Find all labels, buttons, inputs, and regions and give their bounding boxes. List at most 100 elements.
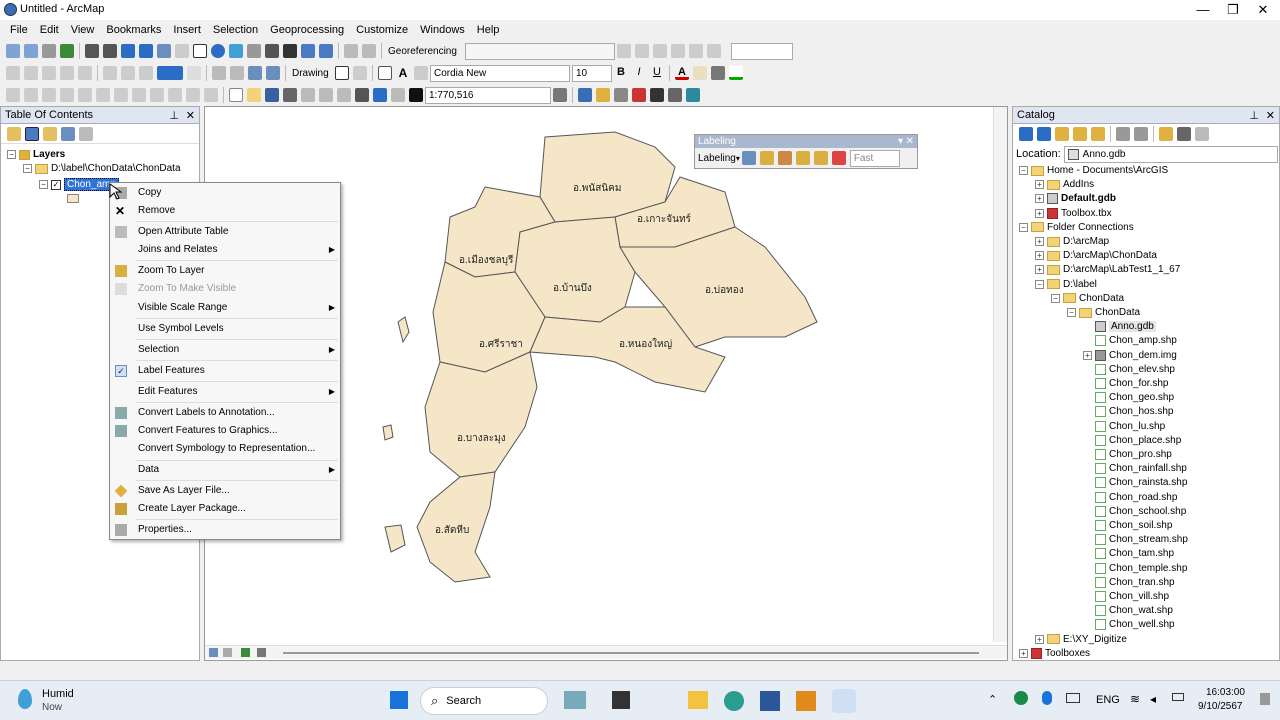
catalog-item[interactable]: Chon_tran.shp xyxy=(1083,576,1175,588)
pause-labeling-icon[interactable] xyxy=(813,151,828,165)
georef-layer-dropdown[interactable] xyxy=(465,42,615,60)
labeling-menu[interactable]: Labeling xyxy=(698,153,736,164)
collapse-icon[interactable]: − xyxy=(7,150,16,159)
fill-color-icon[interactable] xyxy=(693,66,707,80)
refresh-catalog-icon[interactable] xyxy=(1177,127,1191,141)
select-features-icon[interactable] xyxy=(157,44,171,58)
language-indicator[interactable]: ENG xyxy=(1096,694,1120,706)
drawing-menu[interactable]: Drawing xyxy=(289,65,333,82)
font-size-dropdown[interactable]: 10 xyxy=(572,64,612,82)
map-scale-dropdown[interactable]: 1:770,516 xyxy=(425,86,551,104)
sync-icon[interactable] xyxy=(1014,691,1028,705)
menu-view[interactable]: View xyxy=(65,20,101,40)
microphone-icon[interactable] xyxy=(1042,691,1052,705)
island-small[interactable] xyxy=(382,424,394,441)
catalog-item[interactable]: Chon_vill.shp xyxy=(1083,591,1169,602)
catalog-item[interactable]: Chon_tam.shp xyxy=(1083,548,1174,560)
menu-selection[interactable]: Selection xyxy=(207,20,264,40)
catalog-item[interactable]: Chon_rainfall.shp xyxy=(1083,463,1187,475)
layers-node[interactable]: − Layers xyxy=(7,149,65,160)
catalog-item[interactable]: − Folder Connections xyxy=(1019,222,1134,233)
menu-item-save-as-layer[interactable]: Save As Layer File... xyxy=(110,482,340,500)
list-by-selection-icon[interactable] xyxy=(61,126,75,141)
menu-insert[interactable]: Insert xyxy=(167,20,207,40)
minimize-button[interactable]: — xyxy=(1188,0,1218,20)
paste-icon[interactable] xyxy=(337,88,351,102)
expand-icon[interactable]: + xyxy=(1035,208,1044,218)
location-dropdown[interactable]: Anno.gdb xyxy=(1063,145,1278,163)
zoom-in-icon[interactable] xyxy=(6,44,20,58)
cut-icon[interactable] xyxy=(301,88,315,102)
copy-icon[interactable] xyxy=(319,88,333,102)
whats-this-icon[interactable] xyxy=(686,88,700,102)
data-view-icon[interactable] xyxy=(209,648,218,657)
editor-icon-2[interactable] xyxy=(24,66,38,80)
menu-edit[interactable]: Edit xyxy=(34,20,65,40)
menu-windows[interactable]: Windows xyxy=(414,20,471,40)
catalog-item[interactable]: Chon_wat.shp xyxy=(1083,605,1173,617)
notification-icon[interactable] xyxy=(1260,693,1270,705)
new-document-icon[interactable] xyxy=(229,88,243,102)
taskbar-search[interactable]: ⌕ Search xyxy=(420,687,548,715)
lock-labels-icon[interactable] xyxy=(795,151,810,165)
add-data-icon[interactable] xyxy=(409,88,423,102)
clear-selection-icon[interactable] xyxy=(175,44,189,58)
menu-customize[interactable]: Customize xyxy=(350,20,414,40)
editor-icon-7[interactable] xyxy=(121,66,135,80)
catalog-item[interactable]: Chon_for.shp xyxy=(1083,378,1169,389)
catalog-item[interactable]: Chon_geo.shp xyxy=(1083,392,1174,404)
labeling-toolbar-header[interactable]: Labeling ▾ ✕ xyxy=(695,135,917,148)
topology-icon-7[interactable] xyxy=(114,88,128,102)
catalog-close-icon[interactable]: ✕ xyxy=(1266,109,1275,122)
editor-icon-4[interactable] xyxy=(60,66,74,80)
print-icon[interactable] xyxy=(283,88,297,102)
topology-icon-8[interactable] xyxy=(132,88,146,102)
expand-icon[interactable]: + xyxy=(1083,350,1092,360)
catalog-item[interactable]: − ChonData xyxy=(1051,293,1124,304)
layout-icon-1[interactable] xyxy=(212,66,226,80)
georef-rotate-icon[interactable] xyxy=(617,44,631,58)
color-swatch-icon[interactable] xyxy=(157,66,183,80)
expand-icon[interactable]: + xyxy=(1035,237,1044,246)
catalog-item[interactable]: Chon_well.shp xyxy=(1083,619,1175,631)
file-explorer-icon[interactable] xyxy=(688,691,708,709)
layer-symbol-swatch[interactable] xyxy=(67,194,79,203)
collapse-icon[interactable]: − xyxy=(1035,279,1044,289)
catalog-item[interactable]: + AddIns xyxy=(1035,179,1094,190)
menu-item-zoom-to-layer[interactable]: Zoom To Layer xyxy=(110,262,340,280)
options-icon[interactable] xyxy=(1195,127,1209,141)
label-weight-icon[interactable] xyxy=(777,151,792,165)
data-source-node[interactable]: − D:\label\ChonData\ChonData xyxy=(23,163,181,174)
menu-item-data[interactable]: Data ▶ xyxy=(110,461,340,479)
catalog-item[interactable]: + Default.gdb xyxy=(1035,193,1116,205)
map-vertical-scrollbar[interactable] xyxy=(993,107,1007,642)
hyperlink-icon[interactable] xyxy=(229,44,243,58)
weather-text[interactable]: Humid xyxy=(42,688,74,700)
editor-toolbar-icon[interactable] xyxy=(553,88,567,102)
forward-icon[interactable] xyxy=(1037,127,1051,141)
catalog-item[interactable]: Chon_soil.shp xyxy=(1083,520,1172,531)
fixed-zoom-in-icon[interactable] xyxy=(85,44,99,58)
collapse-icon[interactable]: − xyxy=(39,180,48,189)
menu-item-selection[interactable]: Selection ▶ xyxy=(110,341,340,359)
view-link-table-icon[interactable] xyxy=(689,44,703,58)
edge-icon[interactable] xyxy=(724,691,744,711)
expand-icon[interactable]: + xyxy=(1035,194,1044,204)
catalog-item[interactable]: + E:\XY_Digitize xyxy=(1035,634,1127,645)
catalog-item[interactable]: − Home - Documents\ArcGIS xyxy=(1019,165,1168,176)
toc-options-icon[interactable] xyxy=(79,126,93,141)
catalog-window-icon[interactable] xyxy=(596,88,610,102)
layer-node[interactable]: − ✓ Chon_amp xyxy=(39,178,119,191)
expand-icon[interactable]: + xyxy=(1019,648,1028,658)
topology-icon-10[interactable] xyxy=(168,88,182,102)
pin-icon[interactable]: ⊥ xyxy=(169,109,179,122)
clock-date[interactable]: 9/10/2567 xyxy=(1198,701,1243,712)
arctoolbox-icon[interactable] xyxy=(632,88,646,102)
catalog-item[interactable]: + D:\arcMap\LabTest1_1_67 xyxy=(1035,264,1180,275)
identify-icon[interactable] xyxy=(211,44,225,58)
label-manager-icon[interactable] xyxy=(741,151,756,165)
district-bang-lamung[interactable] xyxy=(424,351,538,478)
catalog-item[interactable]: Chon_rainsta.shp xyxy=(1083,477,1187,489)
maximize-button[interactable]: ❐ xyxy=(1218,0,1248,20)
find-icon[interactable] xyxy=(283,44,297,58)
